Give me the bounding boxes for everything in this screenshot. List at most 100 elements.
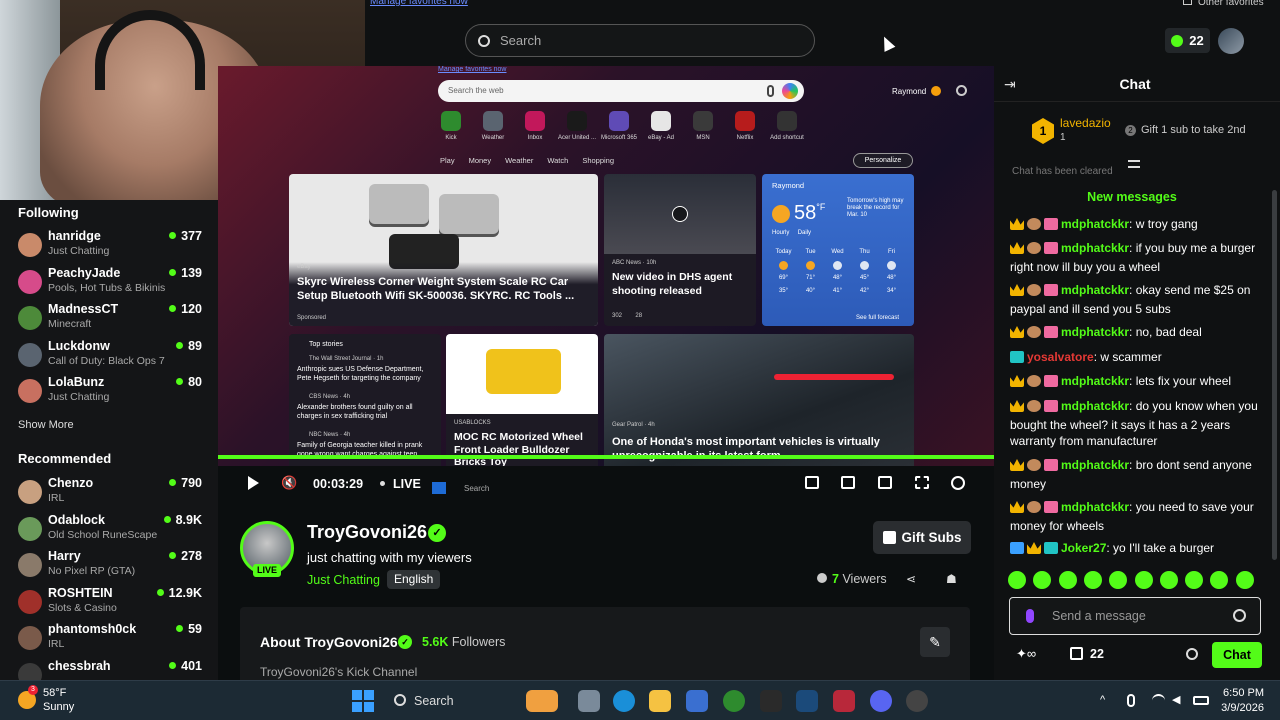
other-favorites[interactable]: Other favorites <box>1183 0 1264 8</box>
emote-icon[interactable] <box>1235 571 1254 589</box>
gift-badge-icon <box>1044 501 1058 513</box>
sidebar-channel-chenzo[interactable]: Chenzo IRL 790 <box>18 476 208 512</box>
chat-input[interactable]: Send a message <box>1009 597 1261 635</box>
theater-mode-icon[interactable] <box>805 476 819 489</box>
volume-icon[interactable]: ◀ <box>1172 694 1185 707</box>
verified-icon: ✓ <box>428 524 446 542</box>
emote-icon[interactable] <box>1185 571 1204 589</box>
video-player[interactable]: Manage favorites now Search the web Raym… <box>218 66 994 466</box>
gift-leaderboard[interactable]: 1 lavedazio 1 2 Gift 1 sub to take 2nd <box>994 108 1280 158</box>
sidebar-channel-harry[interactable]: Harry No Pixel RP (GTA) 278 <box>18 549 208 585</box>
chat-username[interactable]: mdphatckkr <box>1061 374 1129 388</box>
follow-user-icon[interactable]: ☗ <box>946 572 957 586</box>
channel-name[interactable]: TroyGovoni26 <box>307 522 427 543</box>
emote-icon[interactable] <box>1033 571 1052 589</box>
chat-settings-icon[interactable] <box>1186 648 1198 660</box>
face-badge-icon <box>1027 326 1041 338</box>
pip-icon[interactable] <box>841 476 855 489</box>
mic-icon[interactable] <box>1127 694 1135 707</box>
chevron-up-icon[interactable]: ^ <box>1100 694 1113 707</box>
sidebar-channel-hanridge[interactable]: hanridge Just Chatting 377 <box>18 229 208 265</box>
settings-icon[interactable] <box>951 476 965 490</box>
story-title: Alexander brothers found guilty on all c… <box>297 404 413 420</box>
edit-icon[interactable]: ✎ <box>920 627 950 657</box>
show-more-link[interactable]: Show More <box>18 419 74 431</box>
viewer-count: 139 <box>169 266 202 280</box>
forecast-day: Wed 48° 41° <box>831 249 844 294</box>
sidebar-channel-odablock[interactable]: Odablock Old School RuneScape 8.9K <box>18 513 208 549</box>
chat-username[interactable]: mdphatckkr <box>1061 325 1129 339</box>
obs-icon[interactable] <box>906 690 928 712</box>
xbox-icon[interactable] <box>723 690 745 712</box>
weather-forecast: Today 69° 35° Tue 71° 40° Wed 48° 41° Thu 45° 42° Fr… <box>770 246 910 306</box>
emote-icon[interactable] <box>1008 571 1026 589</box>
emote-icon[interactable] <box>1159 571 1178 589</box>
language-tag[interactable]: English <box>387 570 441 589</box>
shortcut-icon <box>483 111 503 131</box>
face-badge-icon <box>1027 459 1041 471</box>
emote-icon[interactable] <box>1109 571 1128 589</box>
chat-username[interactable]: yosalvatore <box>1027 350 1094 364</box>
steam-icon[interactable] <box>796 690 818 712</box>
manage-favorites-link[interactable]: Manage favorites now <box>370 0 468 7</box>
user-avatar[interactable] <box>1218 28 1244 54</box>
sidebar-channel-peachyjade[interactable]: PeachyJade Pools, Hot Tubs & Bikinis 139 <box>18 266 208 302</box>
edge-icon[interactable] <box>613 690 635 712</box>
chat-username[interactable]: Joker27 <box>1061 541 1106 555</box>
emoji-icon[interactable] <box>1233 609 1246 622</box>
category-link[interactable]: Just Chatting <box>307 573 380 587</box>
gift-subs-button[interactable]: Gift Subs <box>873 521 971 554</box>
clip-icon[interactable] <box>878 476 892 489</box>
task-view-icon[interactable] <box>578 690 600 712</box>
app-icon[interactable] <box>760 690 782 712</box>
chat-modes-icon[interactable]: ✦∞ <box>1016 646 1036 662</box>
share-icon[interactable]: ⋖ <box>906 572 916 586</box>
kicks-balance-button[interactable]: 22 <box>1165 28 1210 53</box>
channel-points-icon[interactable] <box>1070 647 1083 660</box>
stream-progress-bar[interactable] <box>218 455 994 459</box>
discord-icon[interactable] <box>870 690 892 712</box>
send-chat-button[interactable]: Chat <box>1212 642 1262 668</box>
chat-username[interactable]: mdphatckkr <box>1061 500 1129 514</box>
chat-username[interactable]: mdphatckkr <box>1061 283 1129 297</box>
teal-badge-icon <box>1010 351 1024 363</box>
chat-username[interactable]: mdphatckkr <box>1061 399 1129 413</box>
sidebar-channel-madnessct[interactable]: MadnessCT Minecraft 120 <box>18 302 208 338</box>
battery-icon[interactable] <box>1193 696 1209 705</box>
emote-icon[interactable] <box>1058 571 1077 589</box>
chat-username[interactable]: mdphatckkr <box>1061 241 1129 255</box>
wifi-icon[interactable] <box>1152 694 1165 707</box>
start-icon[interactable] <box>352 690 374 712</box>
chat-scrollbar[interactable] <box>1272 190 1277 560</box>
sidebar-channel-lolabunz[interactable]: LolaBunz Just Chatting 80 <box>18 375 208 411</box>
taskbar-clock[interactable]: 6:50 PM 3/9/2026 <box>1221 686 1264 716</box>
user-badges <box>1010 218 1061 235</box>
play-icon[interactable] <box>248 476 259 490</box>
store-icon[interactable] <box>686 690 708 712</box>
emote-icon[interactable] <box>1083 571 1102 589</box>
kicks-icon <box>1171 34 1184 47</box>
chat-username[interactable]: mdphatckkr <box>1061 217 1129 231</box>
mute-icon[interactable]: 🔇 <box>281 476 297 490</box>
avatar <box>18 626 42 650</box>
new-messages-divider[interactable]: New messages <box>994 190 1270 204</box>
sidebar-channel-roshtein[interactable]: ROSHTEIN Slots & Casino 12.9K <box>18 586 208 622</box>
user-badges <box>1010 242 1061 259</box>
sidebar-channel-luckdonw[interactable]: Luckdonw Call of Duty: Black Ops 7 89 <box>18 339 208 375</box>
emote-icon[interactable] <box>1134 571 1153 589</box>
fullscreen-icon[interactable] <box>915 476 929 489</box>
taskbar-search[interactable]: Search <box>384 687 564 715</box>
crown-badge-icon <box>1027 542 1041 554</box>
emote-icon[interactable] <box>1210 571 1229 589</box>
chat-username[interactable]: mdphatckkr <box>1061 458 1129 472</box>
app-red-icon[interactable] <box>833 690 855 712</box>
stream-time: 00:03:29 <box>313 477 364 491</box>
file-explorer-icon[interactable] <box>649 690 671 712</box>
live-dot-icon <box>169 232 177 239</box>
sidebar-channel-phantomsh0ck[interactable]: phantomsh0ck IRL 59 <box>18 622 208 658</box>
live-dot-icon <box>169 305 177 312</box>
search-input[interactable]: Search <box>465 24 815 57</box>
mic-icon[interactable] <box>1026 609 1034 623</box>
live-indicator[interactable]: LIVE <box>380 477 421 491</box>
filter-icon[interactable] <box>1128 160 1140 168</box>
